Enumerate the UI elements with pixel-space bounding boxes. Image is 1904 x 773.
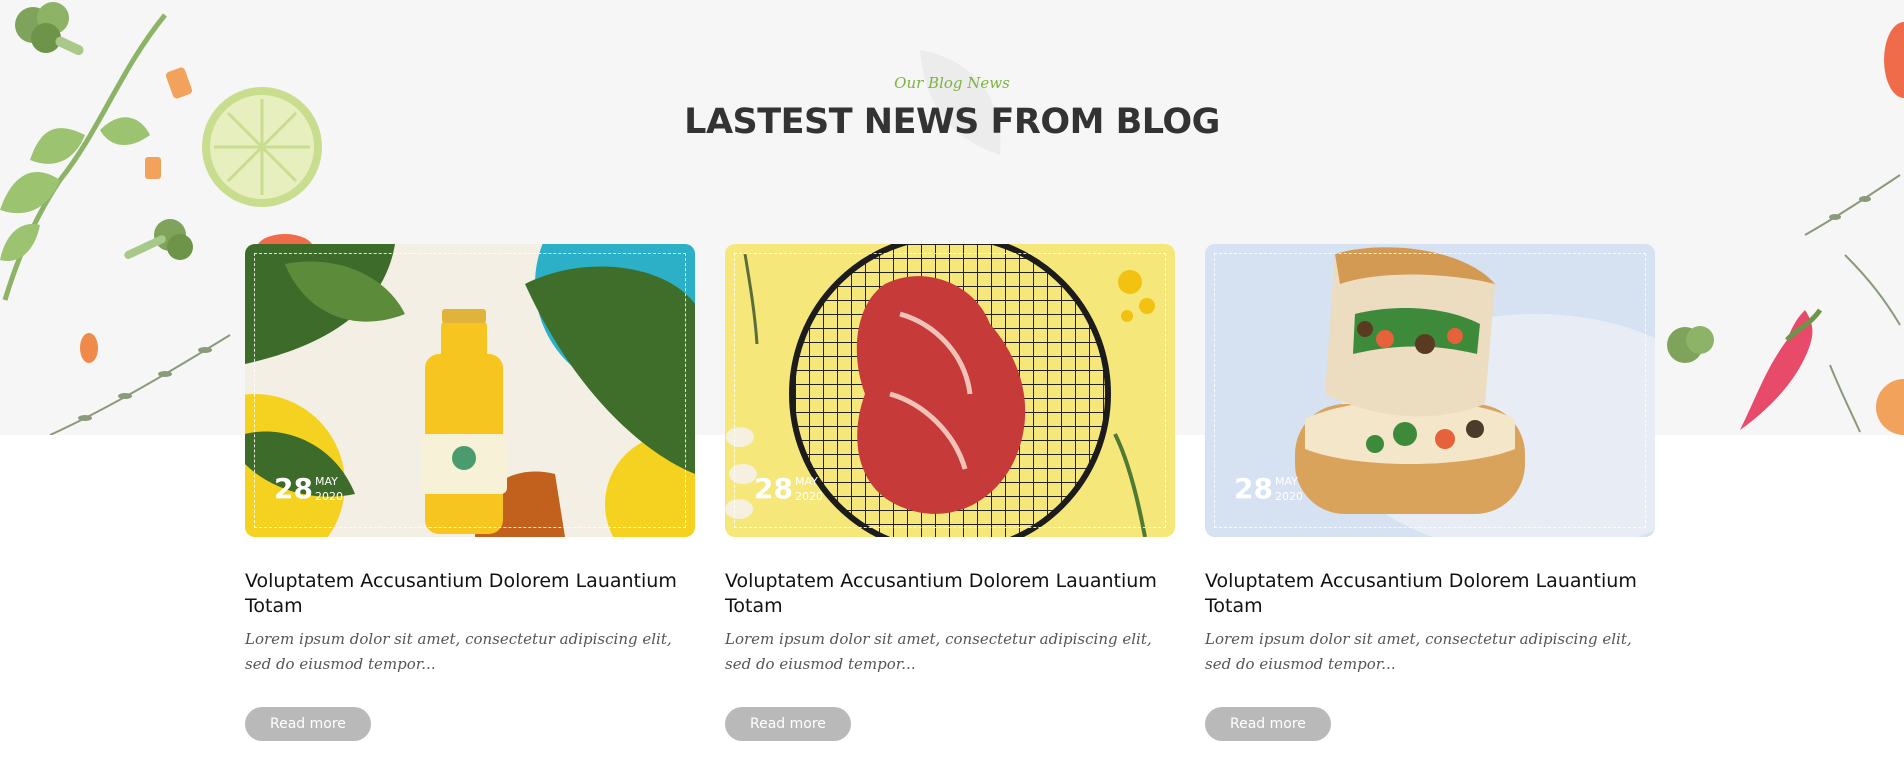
date-month: MAY [794,475,818,488]
post-title[interactable]: Voluptatem Accusantium Dolorem Lauantium… [1205,569,1655,619]
blog-card-image[interactable]: 28 MAY 2020 [245,244,695,537]
section-header: Our Blog News LASTEST NEWS FROM BLOG [0,74,1904,142]
post-title[interactable]: Voluptatem Accusantium Dolorem Lauantium… [725,569,1175,619]
chili-pepper-icon [1740,308,1823,430]
blog-card: 28 MAY 2020 Voluptatem Accusantium Dolor… [725,244,1175,741]
broccoli-icon [124,219,193,260]
herb-sprig-icon [1844,254,1901,326]
carrot-piece-icon [145,157,161,179]
herb-sprig-icon [1829,364,1861,433]
read-more-button[interactable]: Read more [1205,707,1331,741]
broccoli-icon [1667,326,1714,363]
post-date: 28 MAY 2020 [1234,474,1303,504]
post-date: 28 MAY 2020 [274,474,343,504]
date-year: 2020 [314,490,343,503]
post-excerpt: Lorem ipsum dolor sit amet, consectetur … [725,630,1152,673]
carrot-piece-icon [1876,379,1904,435]
section-title: LASTEST NEWS FROM BLOG [684,102,1220,142]
section-subtitle: Our Blog News [894,74,1010,92]
date-year: 2020 [794,490,823,503]
blog-card-image[interactable]: 28 MAY 2020 [1205,244,1655,537]
read-more-button[interactable]: Read more [245,707,371,741]
blog-card: 28 MAY 2020 Voluptatem Accusantium Dolor… [1205,244,1655,741]
read-more-button[interactable]: Read more [725,707,851,741]
date-month: MAY [314,475,338,488]
post-excerpt: Lorem ipsum dolor sit amet, consectetur … [245,630,672,673]
date-month: MAY [1274,475,1298,488]
post-date: 28 MAY 2020 [754,474,823,504]
herb-sprig-icon [1804,174,1901,236]
blog-card-image[interactable]: 28 MAY 2020 [725,244,1175,537]
post-excerpt: Lorem ipsum dolor sit amet, consectetur … [1205,630,1632,673]
date-year: 2020 [1274,490,1303,503]
post-title[interactable]: Voluptatem Accusantium Dolorem Lauantium… [245,569,695,619]
date-day: 28 [274,472,313,505]
blog-card: 28 MAY 2020 Voluptatem Accusantium Dolor… [245,244,695,741]
herb-sprig-icon [49,334,231,435]
date-day: 28 [1234,472,1273,505]
date-day: 28 [754,472,793,505]
